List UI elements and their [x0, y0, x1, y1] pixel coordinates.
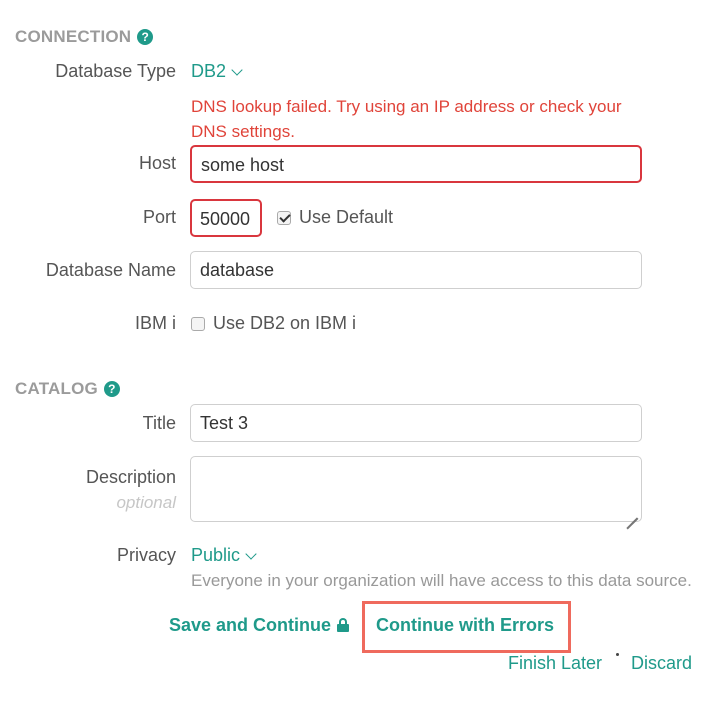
catalog-heading: CATALOG [15, 379, 98, 398]
host-label: Host [138, 153, 176, 173]
ibm-i-checkbox-label: Use DB2 on IBM i [213, 313, 357, 333]
privacy-helper-text: Everyone in your organization will have … [191, 571, 692, 590]
title-input[interactable]: Test 3 [190, 404, 642, 442]
database-name-label: Database Name [45, 260, 176, 280]
ibm-i-label: IBM i [134, 313, 176, 333]
save-and-continue-button[interactable]: Save and Continue [169, 615, 350, 636]
ibm-i-checkbox[interactable] [191, 316, 205, 331]
question-circle-icon[interactable]: ? [137, 29, 154, 45]
database-type-label: Database Type [55, 61, 176, 81]
dns-error-message: DNS lookup failed. Try using an IP addre… [191, 97, 622, 141]
finish-later-link[interactable]: Finish Later [508, 653, 602, 674]
ibm-i-checkbox-row[interactable]: Use DB2 on IBM i [191, 313, 356, 334]
chevron-down-icon [245, 547, 257, 560]
database-name-input[interactable]: database [190, 251, 642, 289]
connection-heading: CONNECTION [15, 27, 132, 46]
use-default-checkbox[interactable] [277, 210, 291, 225]
use-default-label: Use Default [299, 207, 394, 227]
chevron-down-icon [231, 63, 243, 76]
privacy-dropdown[interactable]: Public [191, 545, 257, 566]
privacy-value: Public [191, 545, 241, 565]
save-and-continue-label: Save and Continue [169, 615, 332, 635]
continue-with-errors-button[interactable]: Continue with Errors [376, 615, 554, 636]
port-label: Port [142, 207, 176, 227]
catalog-section-title: CATALOG ? [15, 379, 120, 399]
port-input[interactable]: 50000 [190, 199, 262, 237]
discard-link[interactable]: Discard [631, 653, 692, 674]
resize-grip-icon[interactable] [626, 506, 638, 518]
database-type-dropdown[interactable]: DB2 [191, 61, 243, 82]
host-input[interactable]: some host [190, 145, 642, 183]
separator-dot [616, 653, 619, 656]
database-type-value: DB2 [191, 61, 227, 81]
title-label: Title [142, 413, 176, 433]
use-default-checkbox-row[interactable]: Use Default [277, 207, 393, 228]
lock-icon [337, 618, 350, 632]
privacy-label: Privacy [116, 545, 176, 565]
description-optional-hint: optional [116, 493, 176, 512]
description-label: Description [85, 467, 176, 487]
description-textarea[interactable] [190, 456, 642, 522]
connection-section-title: CONNECTION ? [15, 27, 154, 47]
question-circle-icon[interactable]: ? [103, 381, 120, 397]
